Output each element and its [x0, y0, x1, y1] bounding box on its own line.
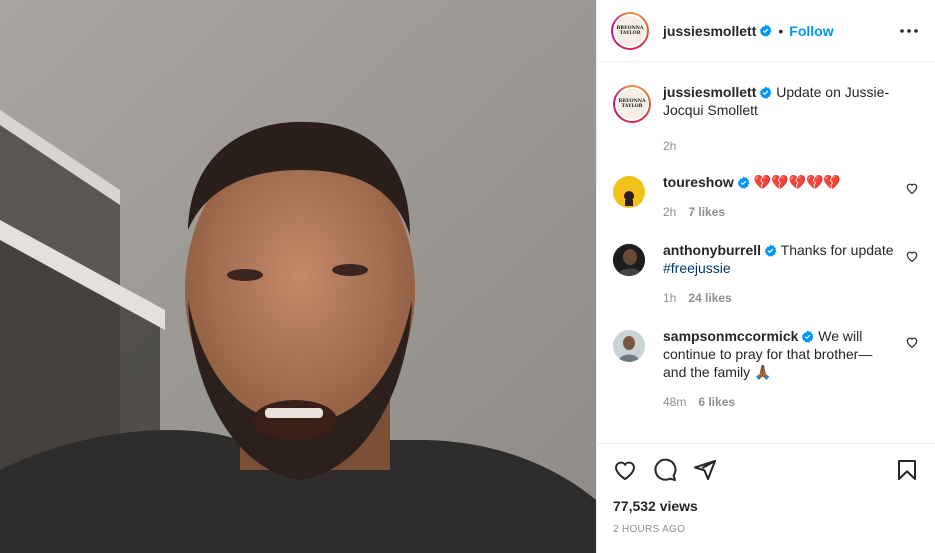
comments-list[interactable]: BREONNA TAYLOR jussiesmollett Update on …: [597, 63, 935, 443]
like-comment-heart-icon[interactable]: [905, 335, 919, 349]
comment-time[interactable]: 2h: [663, 205, 676, 219]
post-side-panel: BREONNA TAYLOR jussiesmollett • Follow B…: [596, 0, 935, 553]
comment-text: 💔💔💔💔💔: [753, 174, 841, 190]
action-icon-row: [613, 444, 919, 496]
comment-text: Thanks for update: [780, 242, 894, 258]
view-count[interactable]: 77,532 views: [613, 498, 919, 514]
comment-username[interactable]: toureshow: [663, 174, 734, 190]
verified-badge-icon: [764, 244, 777, 257]
comment-likes[interactable]: 6 likes: [698, 395, 735, 409]
comment-likes[interactable]: 24 likes: [688, 291, 731, 305]
post-video[interactable]: [0, 0, 596, 553]
verified-badge-icon: [801, 330, 814, 343]
comment-username[interactable]: anthonyburrell: [663, 242, 761, 258]
verified-badge-icon: [759, 24, 772, 37]
comment-likes[interactable]: 7 likes: [688, 205, 725, 219]
video-frame-image: [0, 0, 596, 553]
avatar-logo-text-2: TAYLOR: [619, 30, 641, 36]
caption-avatar-logo-text-2: TAYLOR: [621, 104, 643, 109]
verified-badge-icon: [737, 176, 750, 189]
comment-item: anthonyburrell Thanks for update #freeju…: [613, 241, 919, 305]
comment-time[interactable]: 48m: [663, 395, 686, 409]
commenter-avatar[interactable]: [613, 176, 645, 208]
commenter-avatar[interactable]: [613, 244, 645, 276]
like-comment-heart-icon[interactable]: [905, 181, 919, 195]
comment-item: toureshow 💔💔💔💔💔 2h 7 likes: [613, 173, 919, 219]
comment-time[interactable]: 1h: [663, 291, 676, 305]
bookmark-icon[interactable]: [895, 458, 919, 482]
author-avatar[interactable]: BREONNA TAYLOR: [611, 11, 649, 50]
post-header: BREONNA TAYLOR jussiesmollett • Follow: [597, 0, 935, 62]
share-icon[interactable]: [693, 458, 717, 482]
verified-badge-icon: [759, 86, 772, 99]
post-timestamp[interactable]: 2 HOURS AGO: [613, 524, 919, 535]
more-options-icon[interactable]: [897, 19, 921, 43]
comment-icon[interactable]: [653, 458, 677, 482]
author-username[interactable]: jussiesmollett: [663, 23, 756, 39]
caption-time[interactable]: 2h: [663, 139, 676, 153]
commenter-avatar[interactable]: [613, 330, 645, 362]
like-comment-heart-icon[interactable]: [905, 249, 919, 263]
post-actions: 77,532 views 2 HOURS AGO: [597, 443, 935, 535]
follow-button[interactable]: Follow: [789, 23, 833, 39]
comment-username[interactable]: sampsonmccormick: [663, 328, 798, 344]
comment-item: sampsonmccormick We will continue to pra…: [613, 327, 919, 409]
header-separator: •: [778, 22, 784, 39]
hashtag-link[interactable]: #freejussie: [663, 260, 731, 276]
post-caption: BREONNA TAYLOR jussiesmollett Update on …: [613, 63, 919, 153]
caption-username[interactable]: jussiesmollett: [663, 84, 756, 100]
caption-avatar[interactable]: BREONNA TAYLOR: [613, 85, 651, 123]
heart-icon[interactable]: [613, 458, 637, 482]
